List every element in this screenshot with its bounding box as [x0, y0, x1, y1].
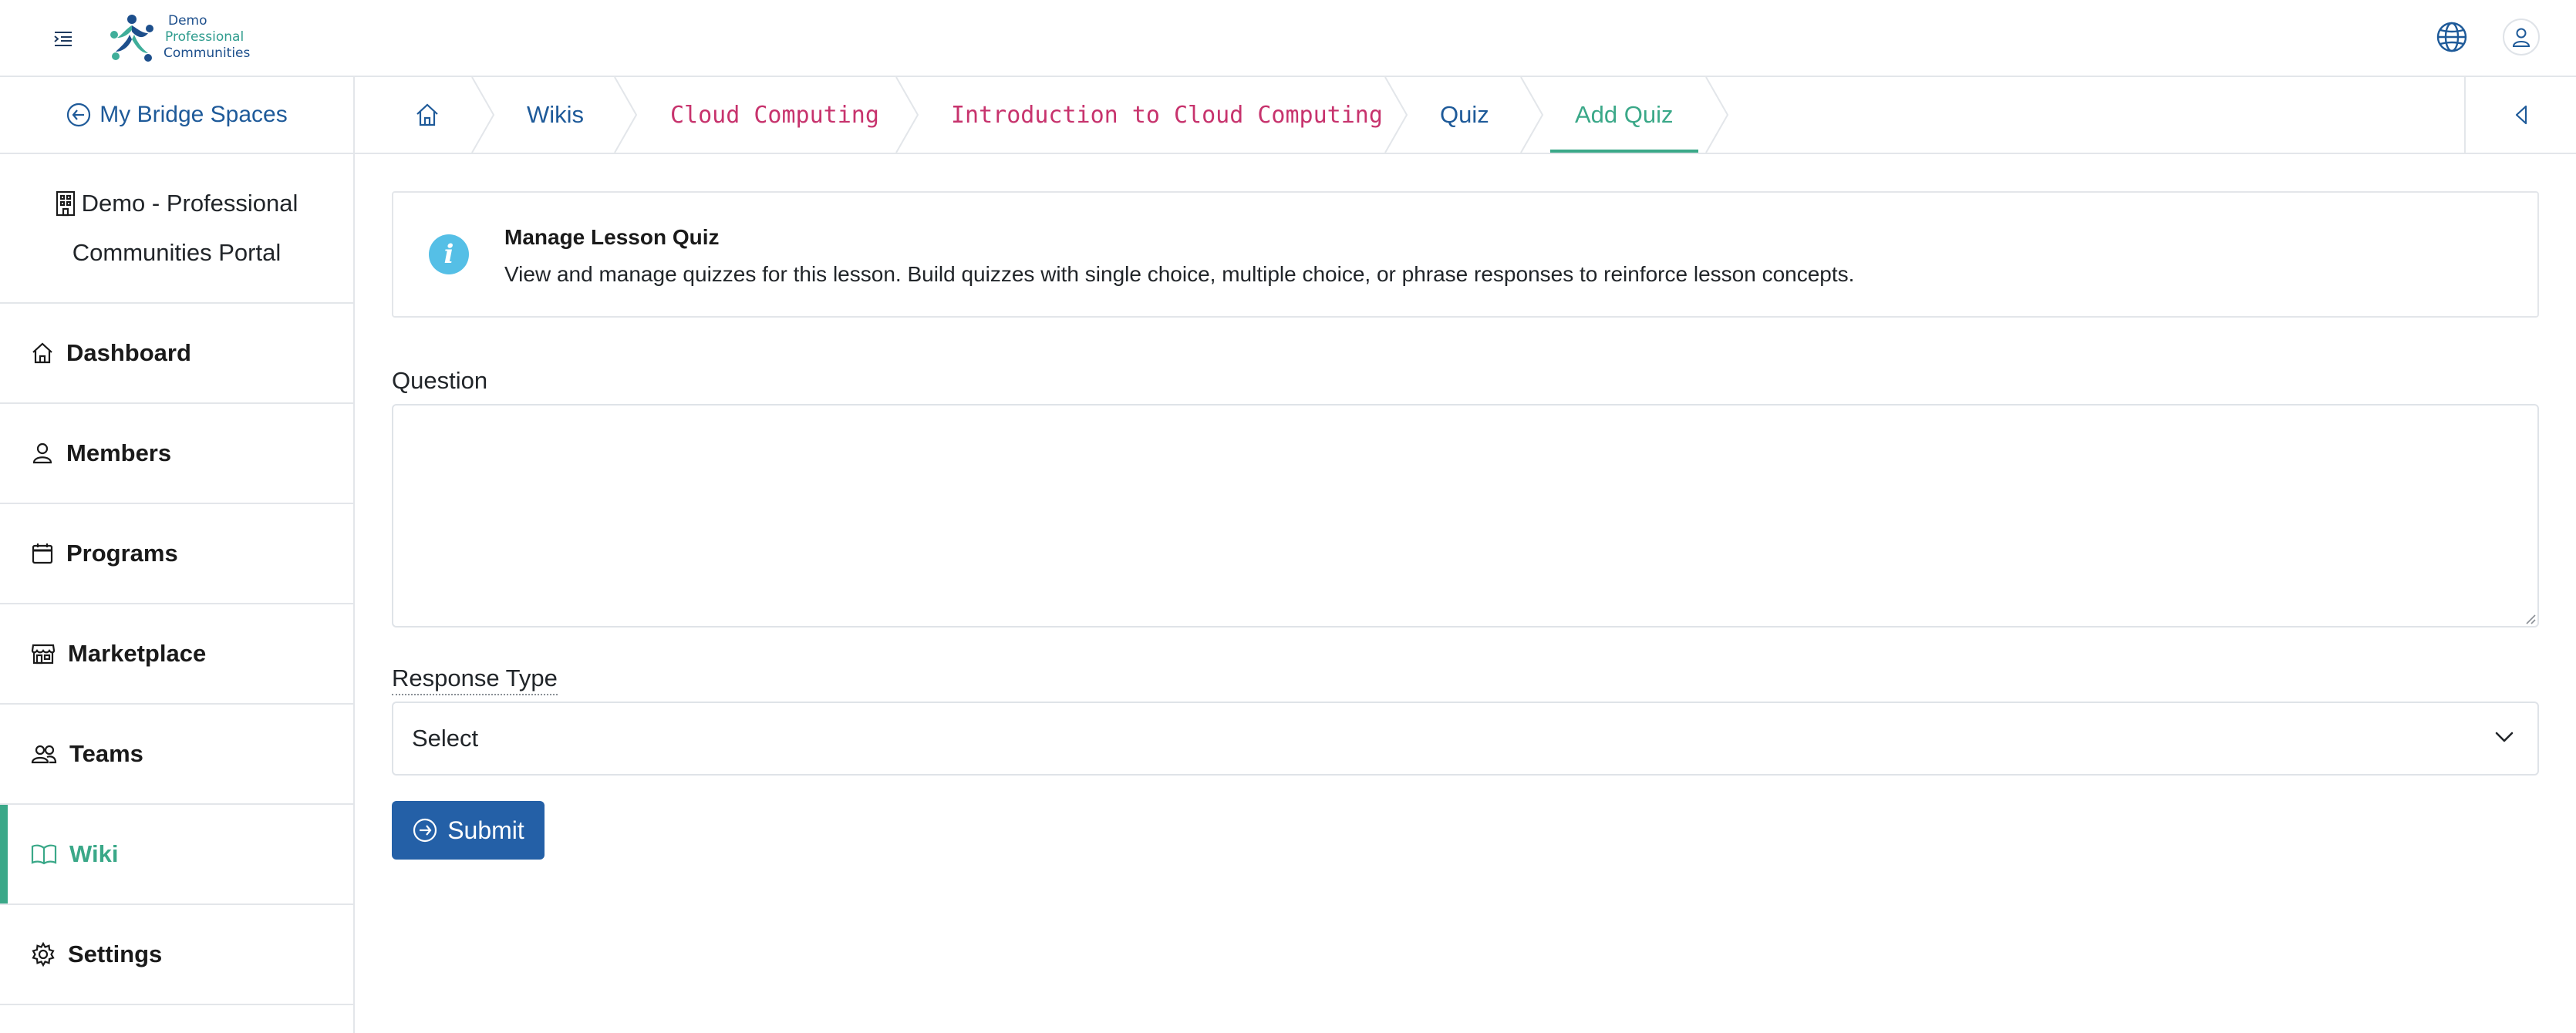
- breadcrumb-separator: [614, 77, 638, 153]
- breadcrumb-separator: [1705, 77, 1729, 153]
- response-type-value: Select: [412, 725, 479, 752]
- response-type-label: Response Type: [392, 665, 558, 695]
- sidebar-item-settings[interactable]: Settings: [0, 905, 353, 1005]
- breadcrumb-cloud-computing[interactable]: Cloud Computing: [670, 77, 879, 153]
- breadcrumb: Wikis Cloud Computing Introduction to Cl…: [355, 77, 2576, 154]
- breadcrumb-separator: [1520, 77, 1544, 153]
- logo-line-1: Demo: [168, 12, 207, 29]
- home-icon: [416, 103, 438, 126]
- caret-left-icon: [2515, 105, 2527, 125]
- sidebar-item-programs[interactable]: Programs: [0, 504, 353, 604]
- brand-logo[interactable]: Demo Professional Communities: [108, 9, 250, 65]
- calendar-icon: [32, 543, 53, 564]
- breadcrumb-separator: [895, 77, 919, 153]
- user-icon[interactable]: [2503, 19, 2540, 56]
- org-name-line-2: Communities Portal: [72, 239, 282, 266]
- sidebar-item-label: Marketplace: [68, 640, 207, 667]
- org-name-line-1: Demo - Professional: [81, 190, 298, 217]
- logo-line-2: Professional: [165, 29, 244, 45]
- collapse-panel-button[interactable]: [2464, 77, 2576, 153]
- menu-collapse-icon[interactable]: [46, 22, 80, 56]
- info-icon: i: [429, 234, 469, 274]
- sidebar-item-label: Dashboard: [66, 339, 191, 366]
- people-icon: [31, 745, 57, 764]
- chevron-down-icon: [2495, 732, 2514, 742]
- organization-name: Demo - Professional Communities Portal: [0, 154, 353, 304]
- resize-handle[interactable]: [2524, 612, 2536, 624]
- sidebar-item-dashboard[interactable]: Dashboard: [0, 304, 353, 404]
- breadcrumb-quiz[interactable]: Quiz: [1440, 77, 1489, 153]
- home-icon: [32, 342, 52, 364]
- breadcrumb-introduction-to-cloud-computing[interactable]: Introduction to Cloud Computing: [951, 77, 1383, 153]
- question-textarea[interactable]: [392, 404, 2539, 628]
- top-header: Demo Professional Communities: [0, 0, 2576, 77]
- globe-icon[interactable]: [2433, 19, 2470, 56]
- building-icon: [56, 190, 75, 217]
- sidebar-item-teams[interactable]: Teams: [0, 705, 353, 805]
- sidebar: My Bridge Spaces Demo - Professional Com…: [0, 77, 355, 1033]
- shop-icon: [31, 644, 56, 665]
- breadcrumb-add-quiz[interactable]: Add Quiz: [1550, 77, 1698, 153]
- breadcrumb-separator: [1384, 77, 1408, 153]
- person-icon: [32, 442, 52, 464]
- sidebar-item-members[interactable]: Members: [0, 404, 353, 504]
- breadcrumb-wikis[interactable]: Wikis: [527, 77, 584, 153]
- logo-line-3: Communities: [164, 45, 251, 61]
- info-alert: i Manage Lesson Quiz View and manage qui…: [392, 191, 2539, 318]
- my-bridge-spaces-link[interactable]: My Bridge Spaces: [0, 77, 353, 154]
- sidebar-item-label: Programs: [66, 540, 178, 567]
- info-description: View and manage quizzes for this lesson.…: [504, 262, 1855, 286]
- breadcrumb-home[interactable]: [415, 77, 440, 153]
- sidebar-item-label: Wiki: [69, 840, 119, 867]
- submit-label: Submit: [447, 816, 524, 844]
- sidebar-item-label: Settings: [68, 940, 163, 967]
- sidebar-item-label: Teams: [69, 740, 143, 767]
- question-label: Question: [392, 367, 488, 394]
- submit-button[interactable]: Submit: [392, 801, 545, 860]
- arrow-right-circle-icon: [413, 818, 437, 843]
- info-title: Manage Lesson Quiz: [504, 225, 720, 249]
- breadcrumb-separator: [471, 77, 495, 153]
- book-icon: [31, 844, 57, 865]
- arrow-left-circle-icon: [67, 103, 91, 127]
- response-type-select[interactable]: Select: [392, 702, 2539, 776]
- sidebar-item-label: Members: [66, 439, 172, 466]
- back-link-label: My Bridge Spaces: [99, 102, 288, 127]
- sidebar-item-marketplace[interactable]: Marketplace: [0, 604, 353, 705]
- gear-icon: [32, 942, 55, 967]
- sidebar-item-wiki[interactable]: Wiki: [0, 805, 353, 905]
